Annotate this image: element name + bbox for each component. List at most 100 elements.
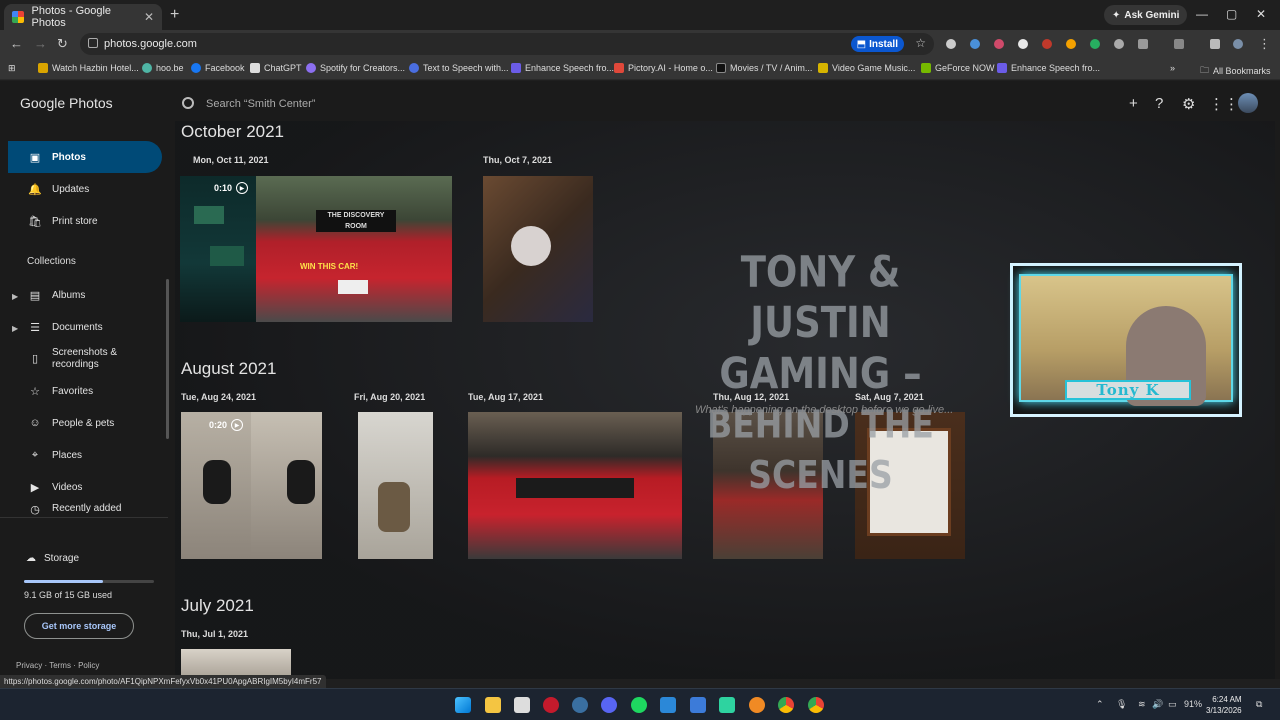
photo-thumbnail[interactable]: THE DISCOVERY ROOM WIN THIS CAR! [256,176,452,322]
bookmark-item[interactable]: Video Game Music... [818,63,915,73]
legal-links[interactable]: Privacy · Terms · Policy [16,661,99,670]
bookmark-item[interactable]: GeForce NOW [921,63,995,73]
browser-menu-icon[interactable]: ⋮ [1258,36,1271,52]
sidebar-item-screenshots[interactable]: ▯ Screenshots & recordings [8,343,162,375]
date-heading[interactable]: Thu, Oct 7, 2021 [483,155,552,165]
bookmark-item[interactable]: Text to Speech with... [409,63,509,73]
avatar[interactable] [1238,93,1258,113]
battery-icon[interactable]: ▭ [1168,699,1177,710]
app-icon[interactable] [660,697,676,713]
maximize-button[interactable]: ▢ [1226,7,1237,21]
settings-gear-icon[interactable]: ⚙ [1182,95,1195,113]
bookmark-item[interactable]: Movies / TV / Anim... [716,63,812,73]
date-heading[interactable]: Tue, Aug 24, 2021 [181,392,256,402]
extension-icon[interactable] [1114,39,1124,49]
extension-icon[interactable] [1090,39,1100,49]
address-bar[interactable]: photos.google.com ⬒ Install ☆ [80,33,934,55]
windows-start-icon[interactable] [455,697,471,713]
extension-icon[interactable] [970,39,980,49]
sidebar-item-recently-added[interactable]: ◷ Recently added [8,503,162,517]
app-icon[interactable] [749,697,765,713]
forward-arrow-icon[interactable]: → [34,36,47,51]
bookmark-star-icon[interactable]: ☆ [915,36,926,50]
store-icon[interactable] [514,697,530,713]
discord-icon[interactable] [601,697,617,713]
install-app-button[interactable]: ⬒ Install [850,36,904,52]
file-explorer-icon[interactable] [485,697,501,713]
video-thumbnail[interactable] [181,412,251,559]
bookmark-item[interactable]: hoo.be [142,63,184,73]
shield-extension-icon[interactable] [946,39,956,49]
photo-thumbnail[interactable] [358,412,433,559]
photo-thumbnail[interactable] [483,176,593,322]
chrome-icon[interactable] [808,697,824,713]
spotify-creators-icon [306,63,316,73]
volume-icon[interactable]: 🔊 [1152,699,1163,710]
bookmark-item[interactable]: Facebook [191,63,245,73]
photo-thumbnail[interactable] [468,412,682,559]
date-heading[interactable]: Thu, Jul 1, 2021 [181,629,248,639]
sidebar-item-print-store[interactable]: 🛍 Print store [8,205,162,237]
sidebar-item-updates[interactable]: 🔔 Updates [8,173,162,205]
apps-grid-icon[interactable]: ⊞ [8,63,16,74]
reload-icon[interactable]: ↻ [57,36,68,52]
bookmark-item[interactable]: Enhance Speech fro... [997,63,1100,73]
extension-icon[interactable] [994,39,1004,49]
play-circle-icon: ▶ [30,481,40,494]
bookmark-item[interactable]: Spotify for Creators... [306,63,405,73]
microphone-icon[interactable]: 🎙 [1116,699,1127,710]
extension-icon[interactable] [1042,39,1052,49]
browser-tab[interactable]: Photos - Google Photos ✕ [4,4,162,30]
google-apps-icon[interactable]: ⋮⋮ [1209,95,1239,113]
help-icon[interactable]: ? [1155,95,1163,112]
date-heading[interactable]: Fri, Aug 20, 2021 [354,392,425,402]
sidebar-item-documents[interactable]: ☰ Documents [8,311,162,343]
tab-title: Photos - Google Photos [31,5,112,29]
extensions-puzzle-icon[interactable] [1138,39,1148,49]
side-panel-icon[interactable] [1174,39,1184,49]
create-plus-icon[interactable]: + [1129,95,1138,112]
taskbar-clock[interactable]: 6:24 AM 3/13/2026 [1206,694,1242,716]
sidebar-item-videos[interactable]: ▶ Videos [8,471,162,503]
bookmark-item[interactable]: Watch Hazbin Hotel... [38,63,139,73]
chrome-icon[interactable] [778,697,794,713]
date-heading[interactable]: Mon, Oct 11, 2021 [193,155,269,165]
extension-icon[interactable] [1066,39,1076,49]
video-thumbnail[interactable] [180,176,256,322]
back-arrow-icon[interactable]: ← [10,36,23,51]
download-icon[interactable] [1210,39,1220,49]
sidebar-item-photos[interactable]: ▣ Photos [8,141,162,173]
app-icon[interactable] [690,697,706,713]
install-label: Install [869,38,898,50]
notifications-icon[interactable]: ⧉ [1256,699,1262,710]
sidebar-item-people-pets[interactable]: ☺ People & pets [8,407,162,439]
bookmark-item[interactable]: Enhance Speech fro... [511,63,614,73]
bookmark-item[interactable]: Pictory.AI - Home o... [614,63,713,73]
new-tab-button[interactable]: + [170,6,179,24]
wifi-icon[interactable]: ≋ [1138,699,1146,710]
site-info-icon[interactable] [88,38,98,48]
photo-thumbnail[interactable] [251,412,322,559]
app-icon[interactable] [543,697,559,713]
sidebar-scrollbar[interactable] [166,279,169,439]
close-window-button[interactable]: ✕ [1256,7,1266,21]
app-icon[interactable] [719,697,735,713]
ask-gemini-button[interactable]: ✦ Ask Gemini [1104,5,1188,25]
date-heading[interactable]: Tue, Aug 17, 2021 [468,392,543,402]
all-bookmarks-button[interactable]: 🗀 All Bookmarks [1200,63,1271,79]
bookmark-item[interactable]: ChatGPT [250,63,302,73]
sidebar-item-albums[interactable]: ▤ Albums [8,279,162,311]
spotify-icon[interactable] [631,697,647,713]
bookmarks-overflow-icon[interactable]: » [1170,63,1175,73]
tab-close-icon[interactable]: ✕ [144,10,154,24]
sidebar-item-favorites[interactable]: ☆ Favorites [8,375,162,407]
minimize-button[interactable]: — [1196,7,1208,21]
storage-link[interactable]: ☁ Storage [26,553,79,564]
search-input[interactable]: Search “Smith Center” [176,89,648,119]
extension-icon[interactable] [1018,39,1028,49]
sidebar-item-places[interactable]: ⌖ Places [8,439,162,471]
get-more-storage-button[interactable]: Get more storage [24,613,134,639]
steam-icon[interactable] [572,697,588,713]
tray-overflow-icon[interactable]: ⌃ [1096,699,1104,710]
profile-avatar[interactable] [1233,39,1243,49]
